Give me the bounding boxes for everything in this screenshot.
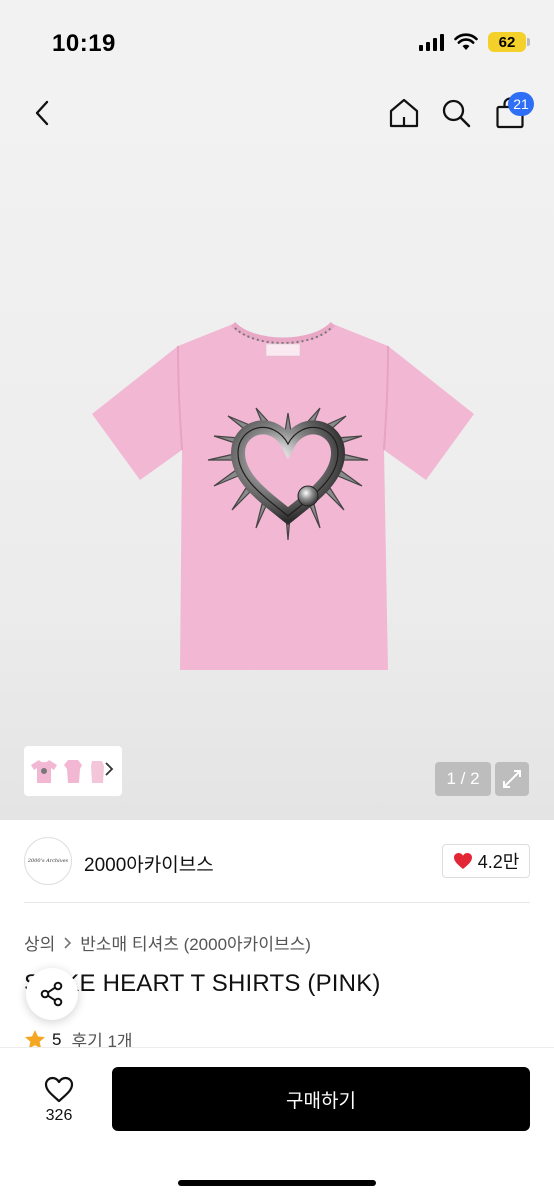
home-button[interactable] [382, 88, 426, 138]
search-icon [442, 99, 471, 128]
wifi-icon [454, 33, 478, 50]
home-icon [389, 98, 419, 128]
back-arrow-icon [35, 100, 49, 126]
thumbnail-strip[interactable] [24, 746, 122, 796]
chevron-right-icon[interactable] [104, 761, 114, 777]
brand-like-count: 4.2만 [477, 852, 520, 872]
wishlist-button[interactable]: 326 [24, 1068, 94, 1132]
star-icon [25, 1030, 45, 1049]
status-time: 10:19 [52, 30, 116, 57]
share-button[interactable] [26, 968, 78, 1020]
heart-icon [453, 853, 472, 869]
cellular-signal-icon [419, 33, 444, 51]
brand-like-button[interactable]: 4.2만 [442, 844, 530, 878]
share-icon [40, 981, 63, 1007]
cart-count-badge: 21 [508, 92, 534, 116]
heart-outline-icon [44, 1076, 74, 1102]
search-button[interactable] [434, 88, 478, 138]
brand-logo-text: 2000's Archives [27, 858, 69, 864]
section-divider [24, 902, 530, 903]
brand-name[interactable]: 2000아카이브스 [84, 850, 214, 877]
status-bar: 10:19 62 [0, 0, 554, 88]
status-indicators: 62 [419, 32, 530, 52]
thumbnail-front[interactable] [30, 757, 58, 785]
chevron-right-icon [64, 936, 72, 949]
brand-logo[interactable]: 2000's Archives [24, 837, 72, 885]
thumbnail-side[interactable] [62, 757, 84, 785]
rating-score: 5 [52, 1029, 62, 1049]
buy-button[interactable]: 구매하기 [112, 1067, 530, 1131]
breadcrumb-subcategory[interactable]: 반소매 티셔츠 (2000아카이브스) [80, 930, 311, 955]
battery-level: 62 [498, 33, 516, 51]
expand-icon [503, 770, 521, 788]
expand-button[interactable] [495, 762, 529, 796]
home-indicator [178, 1180, 376, 1186]
battery-indicator: 62 [488, 32, 530, 52]
breadcrumb: 상의 반소매 티셔츠 (2000아카이브스) [24, 930, 311, 955]
back-button[interactable] [20, 88, 64, 138]
breadcrumb-category[interactable]: 상의 [24, 930, 55, 955]
image-pager: 1 / 2 [435, 762, 491, 796]
product-image[interactable] [88, 318, 478, 678]
top-nav [0, 88, 554, 138]
wishlist-count: 326 [45, 1106, 73, 1124]
